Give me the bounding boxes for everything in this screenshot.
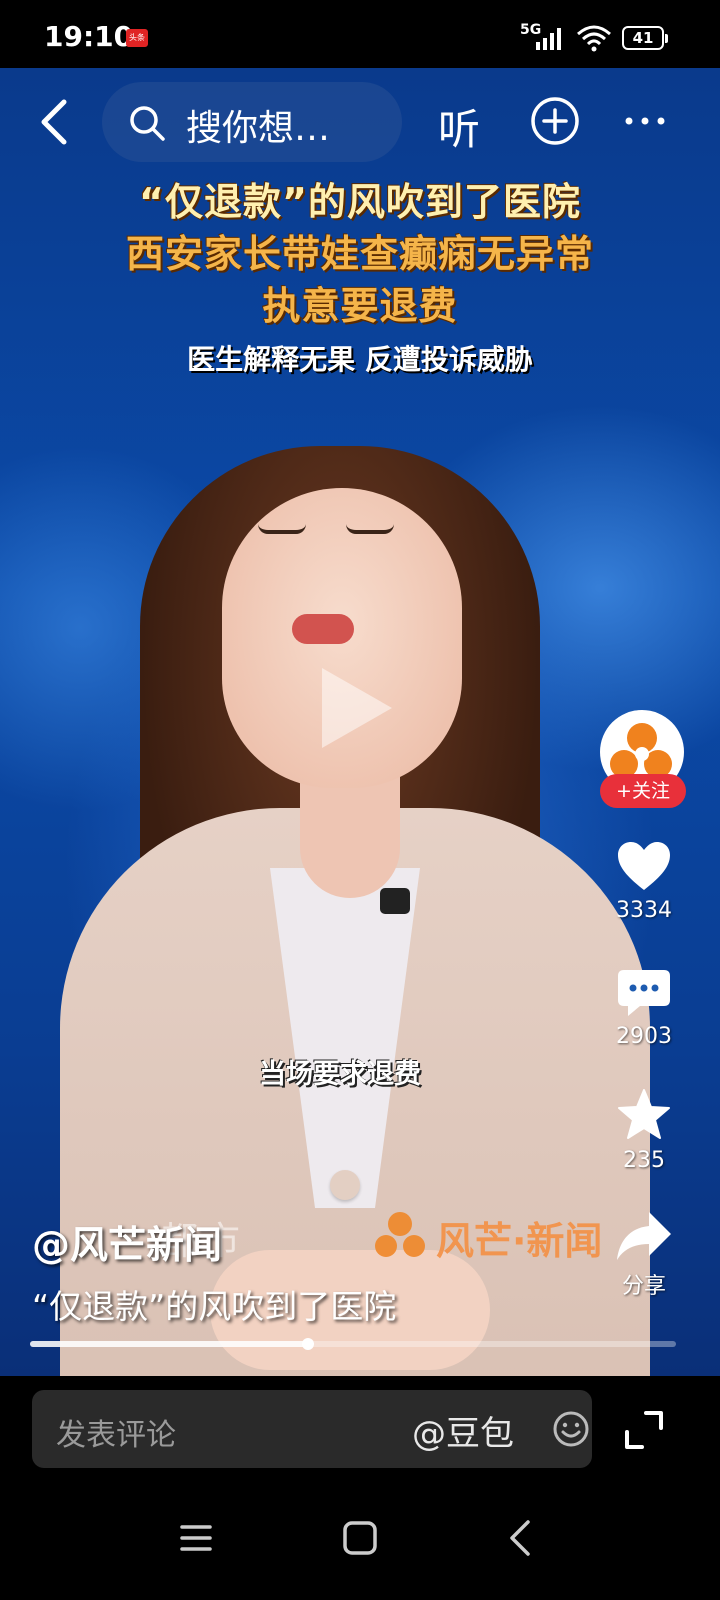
comment-placeholder: 发表评论 [56, 1418, 176, 1453]
share-label: 分享 [621, 1274, 666, 1299]
like-button[interactable]: 3334 [604, 840, 684, 923]
add-circle-icon[interactable] [530, 96, 580, 146]
emoji-icon[interactable] [552, 1410, 590, 1448]
comment-input[interactable]: 发表评论 @豆包 [32, 1390, 592, 1468]
wifi-icon [577, 25, 611, 52]
anchor-eye-left [258, 524, 306, 534]
search-bar[interactable]: 搜你想… [102, 82, 402, 162]
fullscreen-icon[interactable] [624, 1410, 664, 1450]
comment-bubble-icon [618, 970, 670, 1016]
app-notification-badge: 头条 [126, 29, 148, 47]
comment-count: 2903 [616, 1024, 672, 1049]
share-arrow-icon [617, 1212, 671, 1260]
favorite-count: 235 [623, 1148, 665, 1173]
anchor-eye-right [346, 524, 394, 534]
battery-icon: 41 [622, 26, 668, 50]
video-caption[interactable]: “仅退款”的风吹到了医院 [32, 1280, 396, 1328]
star-icon [618, 1089, 670, 1139]
lapel-mic [380, 888, 410, 914]
system-back-icon[interactable] [506, 1518, 534, 1558]
status-time: 19:10 [44, 20, 134, 53]
headline-line: 西安家长带娃查癫痫无异常 [125, 232, 594, 276]
video-progress-bar[interactable] [30, 1338, 676, 1350]
search-icon [130, 106, 165, 141]
comment-button[interactable]: 2903 [604, 968, 684, 1049]
watermark-brand: 风芒·新闻 [436, 1219, 603, 1263]
signal-icon [536, 28, 561, 50]
search-placeholder: 搜你想… [186, 108, 331, 149]
favorite-button[interactable]: 235 [604, 1088, 684, 1173]
play-icon[interactable] [322, 668, 392, 748]
mention-doubao-button[interactable]: @豆包 [412, 1406, 514, 1455]
headline-subline: 医生解释无果 反遭投诉威胁 [187, 343, 533, 376]
headline-line: “仅退款”的风吹到了医院 [139, 180, 581, 224]
like-count: 3334 [616, 898, 672, 923]
follow-button[interactable]: +关注 [600, 774, 686, 808]
jacket-button [330, 1170, 360, 1200]
listen-button[interactable]: 听 [438, 96, 480, 157]
heart-icon [618, 842, 670, 890]
system-nav-bar [0, 1472, 720, 1600]
progress-handle[interactable] [301, 1338, 314, 1350]
video-headline: “仅退款”的风吹到了医院 西安家长带娃查癫痫无异常 执意要退费 医生解释无果 反… [0, 176, 720, 380]
share-button[interactable]: 分享 [604, 1210, 684, 1300]
progress-fill [30, 1341, 308, 1347]
back-arrow-icon[interactable] [36, 98, 72, 146]
author-name[interactable]: @风芒新闻 [32, 1214, 222, 1269]
video-subtitle: 当场要求退费 [259, 1059, 421, 1090]
headline-line: 执意要退费 [262, 284, 458, 328]
status-bar: 19:10 头条 5G 41 [0, 0, 720, 72]
home-icon[interactable] [342, 1520, 378, 1556]
brand-logo-icon [375, 1212, 425, 1257]
anchor-lips [292, 614, 354, 644]
recent-apps-icon[interactable] [180, 1524, 212, 1552]
more-options-icon[interactable] [622, 104, 668, 138]
